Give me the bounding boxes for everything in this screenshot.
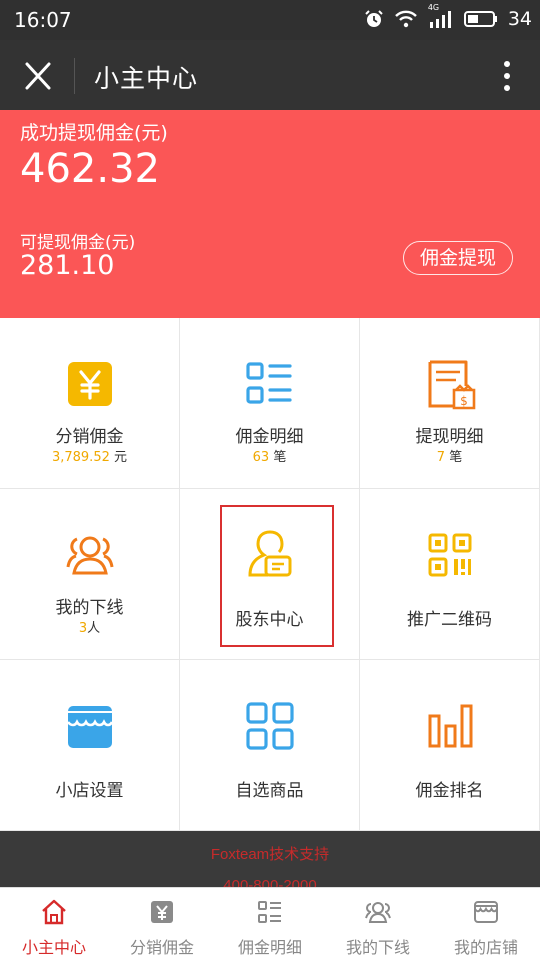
grid-item-label: 提现明细 — [415, 427, 484, 447]
grid-item-commission-ranking[interactable]: 佣金排名 — [360, 660, 540, 831]
ranking-icon — [422, 698, 478, 754]
tab-label: 我的下线 — [345, 938, 410, 957]
tab-label: 小主中心 — [21, 938, 86, 957]
tab-my-downline[interactable]: 我的下线 — [324, 888, 432, 961]
page-title: 小主中心 — [94, 64, 199, 93]
grid-item-distribution-commission[interactable]: 分销佣金 3,789.52 元 — [0, 318, 180, 489]
tab-owner-center[interactable]: 小主中心 — [0, 888, 108, 961]
grid-icon — [242, 698, 298, 754]
close-icon — [18, 62, 58, 98]
more-icon — [500, 61, 514, 98]
status-bar: 16:07 4G 34 — [0, 0, 540, 40]
grid-item-label: 我的下线 — [55, 598, 124, 618]
svg-text:$: $ — [460, 394, 468, 408]
store-icon — [472, 898, 500, 926]
grid-item-shop-settings[interactable]: 小店设置 — [0, 660, 180, 831]
grid-item-label: 小店设置 — [55, 781, 124, 801]
withdraw-button[interactable]: 佣金提现 — [403, 241, 513, 275]
title-bar: 小主中心 — [0, 40, 540, 110]
commission-banner: 成功提现佣金(元) 462.32 可提现佣金(元) 281.10 佣金提现 — [0, 110, 540, 318]
yuan-icon — [62, 356, 118, 412]
tab-my-store[interactable]: 我的店铺 — [432, 888, 540, 961]
footer: Foxteam技术支持 400-800-2000 — [0, 831, 540, 887]
grid-item-value: 3人 — [78, 621, 101, 636]
close-button[interactable] — [18, 58, 58, 94]
grid-item-value: 3,789.52 元 — [51, 450, 128, 465]
total-commission-label: 成功提现佣金(元) — [20, 122, 168, 144]
grid-item-label: 自选商品 — [235, 781, 304, 801]
tab-distribution-commission[interactable]: 分销佣金 — [108, 888, 216, 961]
grid-item-withdrawal-details[interactable]: $ 提现明细 7 笔 — [360, 318, 540, 489]
list-icon — [242, 356, 298, 412]
network-type: 4G — [427, 3, 440, 12]
grid-item-label: 分销佣金 — [55, 427, 124, 447]
footer-phone-text: 400-800-2000 — [223, 877, 317, 887]
qrcode-icon — [422, 527, 478, 583]
grid-item-promo-qrcode[interactable]: 推广二维码 — [360, 489, 540, 660]
alarm-icon — [364, 9, 384, 29]
yuan-icon — [148, 898, 176, 926]
menu-grid: 分销佣金 3,789.52 元 佣金明细 63 笔 $ 提现明细 7 笔 我的下… — [0, 318, 540, 831]
status-icons: 4G 34 — [364, 3, 532, 30]
total-commission-amount: 462.32 — [20, 146, 160, 192]
grid-item-label: 推广二维码 — [407, 610, 492, 630]
grid-item-commission-details[interactable]: 佣金明细 63 笔 — [180, 318, 360, 489]
signal-icon: 4G — [428, 3, 454, 29]
grid-item-value: 63 笔 — [252, 450, 287, 465]
footer-support-text: Foxteam技术支持 — [210, 846, 330, 863]
tab-label: 佣金明细 — [237, 938, 302, 957]
battery-level: 34 — [507, 8, 532, 30]
status-time: 16:07 — [14, 8, 72, 32]
list-icon — [256, 898, 284, 926]
title-divider — [74, 58, 75, 94]
grid-item-my-downline[interactable]: 我的下线 3人 — [0, 489, 180, 660]
tab-label: 我的店铺 — [453, 938, 518, 957]
grid-item-label: 佣金明细 — [235, 427, 304, 447]
battery-icon — [463, 10, 498, 28]
available-commission-amount: 281.10 — [20, 250, 115, 281]
wifi-icon — [394, 10, 418, 28]
grid-item-value: 7 笔 — [436, 450, 463, 465]
more-menu-button[interactable] — [500, 58, 514, 94]
tab-label: 分销佣金 — [129, 938, 194, 957]
shareholder-icon — [242, 527, 298, 583]
grid-item-label: 股东中心 — [235, 610, 304, 630]
grid-item-label: 佣金排名 — [415, 781, 484, 801]
people-icon — [364, 898, 392, 926]
grid-item-selected-goods[interactable]: 自选商品 — [180, 660, 360, 831]
shop-icon — [62, 698, 118, 754]
people-icon — [62, 527, 118, 583]
grid-item-shareholder-center[interactable]: 股东中心 — [180, 489, 360, 660]
receipt-icon: $ — [422, 356, 478, 412]
tab-commission-details[interactable]: 佣金明细 — [216, 888, 324, 961]
bottom-tab-bar: 小主中心 分销佣金 佣金明细 我的下线 我的店铺 — [0, 887, 540, 961]
home-icon — [40, 898, 68, 926]
